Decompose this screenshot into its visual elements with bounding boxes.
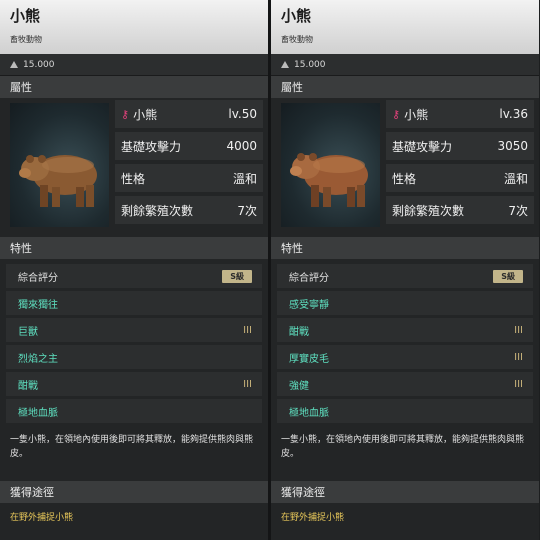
trait-row[interactable]: 巨獸 III	[6, 318, 262, 342]
trait-rank: III	[514, 324, 523, 336]
overall-rating-row: 綜合評分 S級	[6, 264, 262, 288]
grade-badge: S級	[493, 269, 523, 283]
stat-label: 剩餘繁殖次數	[392, 203, 465, 218]
trait-name: 極地血脈	[289, 407, 329, 419]
weight-row: 15.000	[271, 54, 539, 76]
trait-name: 強健	[289, 380, 309, 392]
stat-label: 基礎攻擊力	[121, 139, 182, 154]
stat-breeding: 剩餘繁殖次數 7次	[386, 196, 534, 224]
stat-value: 溫和	[503, 171, 528, 186]
stat-value: lv.36	[499, 107, 528, 121]
stat-level: ⚷ 小熊 lv.50	[115, 100, 263, 128]
stat-value: 溫和	[232, 171, 257, 186]
trait-rank: III	[514, 351, 523, 363]
trait-row[interactable]: 感受寧靜	[277, 291, 533, 315]
stat-attack: 基礎攻擊力 3050	[386, 132, 534, 160]
pet-key-icon: ⚷	[392, 107, 401, 121]
obtain-header: 獲得途徑	[0, 481, 268, 503]
trait-name: 極地血脈	[18, 407, 58, 419]
stat-label: 小熊	[404, 107, 429, 122]
trait-list: 綜合評分 S級 獨來獨往 巨獸 III 烈焰之主 酣戰 III 極地血脈	[0, 259, 268, 423]
trait-row[interactable]: 強健 III	[277, 372, 533, 396]
attributes-section: ⚷ 小熊 lv.50 基礎攻擊力 4000 性格 溫和 剩餘繁殖次數 7次	[0, 98, 268, 237]
animal-name: 小熊	[10, 7, 41, 25]
grade-badge: S級	[222, 269, 252, 283]
weight-icon	[10, 61, 18, 68]
stat-label: 小熊	[133, 107, 158, 122]
card-header: 小熊 畜牧動物	[0, 0, 268, 54]
card-header: 小熊 畜牧動物	[271, 0, 539, 54]
attributes-header: 屬性	[0, 76, 268, 98]
trait-name: 獨來獨往	[18, 299, 58, 311]
stat-label: 基礎攻擊力	[392, 139, 453, 154]
stat-attack: 基礎攻擊力 4000	[115, 132, 263, 160]
trait-name: 厚實皮毛	[289, 353, 329, 365]
weight-icon	[281, 61, 289, 68]
overall-label: 綜合評分	[289, 272, 329, 284]
weight-value: 15.000	[294, 59, 326, 70]
trait-name: 烈焰之主	[18, 353, 58, 365]
stat-value: 3050	[497, 139, 528, 153]
weight-value: 15.000	[23, 59, 55, 70]
trait-list: 綜合評分 S級 感受寧靜 酣戰 III 厚實皮毛 III 強健 III 極地血脈	[271, 259, 539, 423]
stat-value: 7次	[508, 203, 528, 218]
trait-row[interactable]: 酣戰 III	[277, 318, 533, 342]
stat-label: 剩餘繁殖次數	[121, 203, 194, 218]
bear-portrait	[10, 103, 109, 227]
obtain-header: 獲得途徑	[271, 481, 539, 503]
traits-header: 特性	[271, 237, 539, 259]
trait-name: 感受寧靜	[289, 299, 329, 311]
stat-breeding: 剩餘繁殖次數 7次	[115, 196, 263, 224]
pet-key-icon: ⚷	[121, 107, 130, 121]
trait-name: 酣戰	[289, 326, 309, 338]
trait-rank: III	[243, 378, 252, 390]
trait-row[interactable]: 極地血脈	[277, 399, 533, 423]
overall-rating-row: 綜合評分 S級	[277, 264, 533, 288]
stat-temperament: 性格 溫和	[115, 164, 263, 192]
attributes-header: 屬性	[271, 76, 539, 98]
animal-card-right: 小熊 畜牧動物 15.000 屬性 ⚷ 小熊 lv.36 基礎攻擊力 3050 …	[271, 0, 539, 540]
bear-portrait	[281, 103, 380, 227]
weight-row: 15.000	[0, 54, 268, 76]
stat-value: 4000	[226, 139, 257, 153]
trait-row[interactable]: 烈焰之主	[6, 345, 262, 369]
obtain-method: 在野外捕捉小熊	[0, 503, 268, 529]
stat-level: ⚷ 小熊 lv.36	[386, 100, 534, 128]
item-description: 一隻小熊，在領地內使用後即可將其釋放，能夠提供熊肉與熊皮。	[281, 435, 525, 459]
trait-row[interactable]: 獨來獨往	[6, 291, 262, 315]
animal-name: 小熊	[281, 7, 312, 25]
trait-row[interactable]: 酣戰 III	[6, 372, 262, 396]
traits-header: 特性	[0, 237, 268, 259]
trait-row[interactable]: 厚實皮毛 III	[277, 345, 533, 369]
attributes-section: ⚷ 小熊 lv.36 基礎攻擊力 3050 性格 溫和 剩餘繁殖次數 7次	[271, 98, 539, 237]
trait-name: 巨獸	[18, 326, 38, 338]
stat-value: lv.50	[228, 107, 257, 121]
obtain-method: 在野外捕捉小熊	[271, 503, 539, 529]
stat-value: 7次	[237, 203, 257, 218]
trait-name: 酣戰	[18, 380, 38, 392]
animal-card-left: 小熊 畜牧動物 15.000 屬性 ⚷ 小熊 lv.50 基礎攻擊力 4000 …	[0, 0, 268, 540]
animal-category: 畜牧動物	[281, 35, 313, 44]
trait-rank: III	[243, 324, 252, 336]
stat-temperament: 性格 溫和	[386, 164, 534, 192]
overall-label: 綜合評分	[18, 272, 58, 284]
trait-rank: III	[514, 378, 523, 390]
stat-label: 性格	[392, 171, 417, 186]
stat-label: 性格	[121, 171, 146, 186]
trait-row[interactable]: 極地血脈	[6, 399, 262, 423]
item-description: 一隻小熊，在領地內使用後即可將其釋放，能夠提供熊肉與熊皮。	[10, 435, 254, 459]
animal-category: 畜牧動物	[10, 35, 42, 44]
